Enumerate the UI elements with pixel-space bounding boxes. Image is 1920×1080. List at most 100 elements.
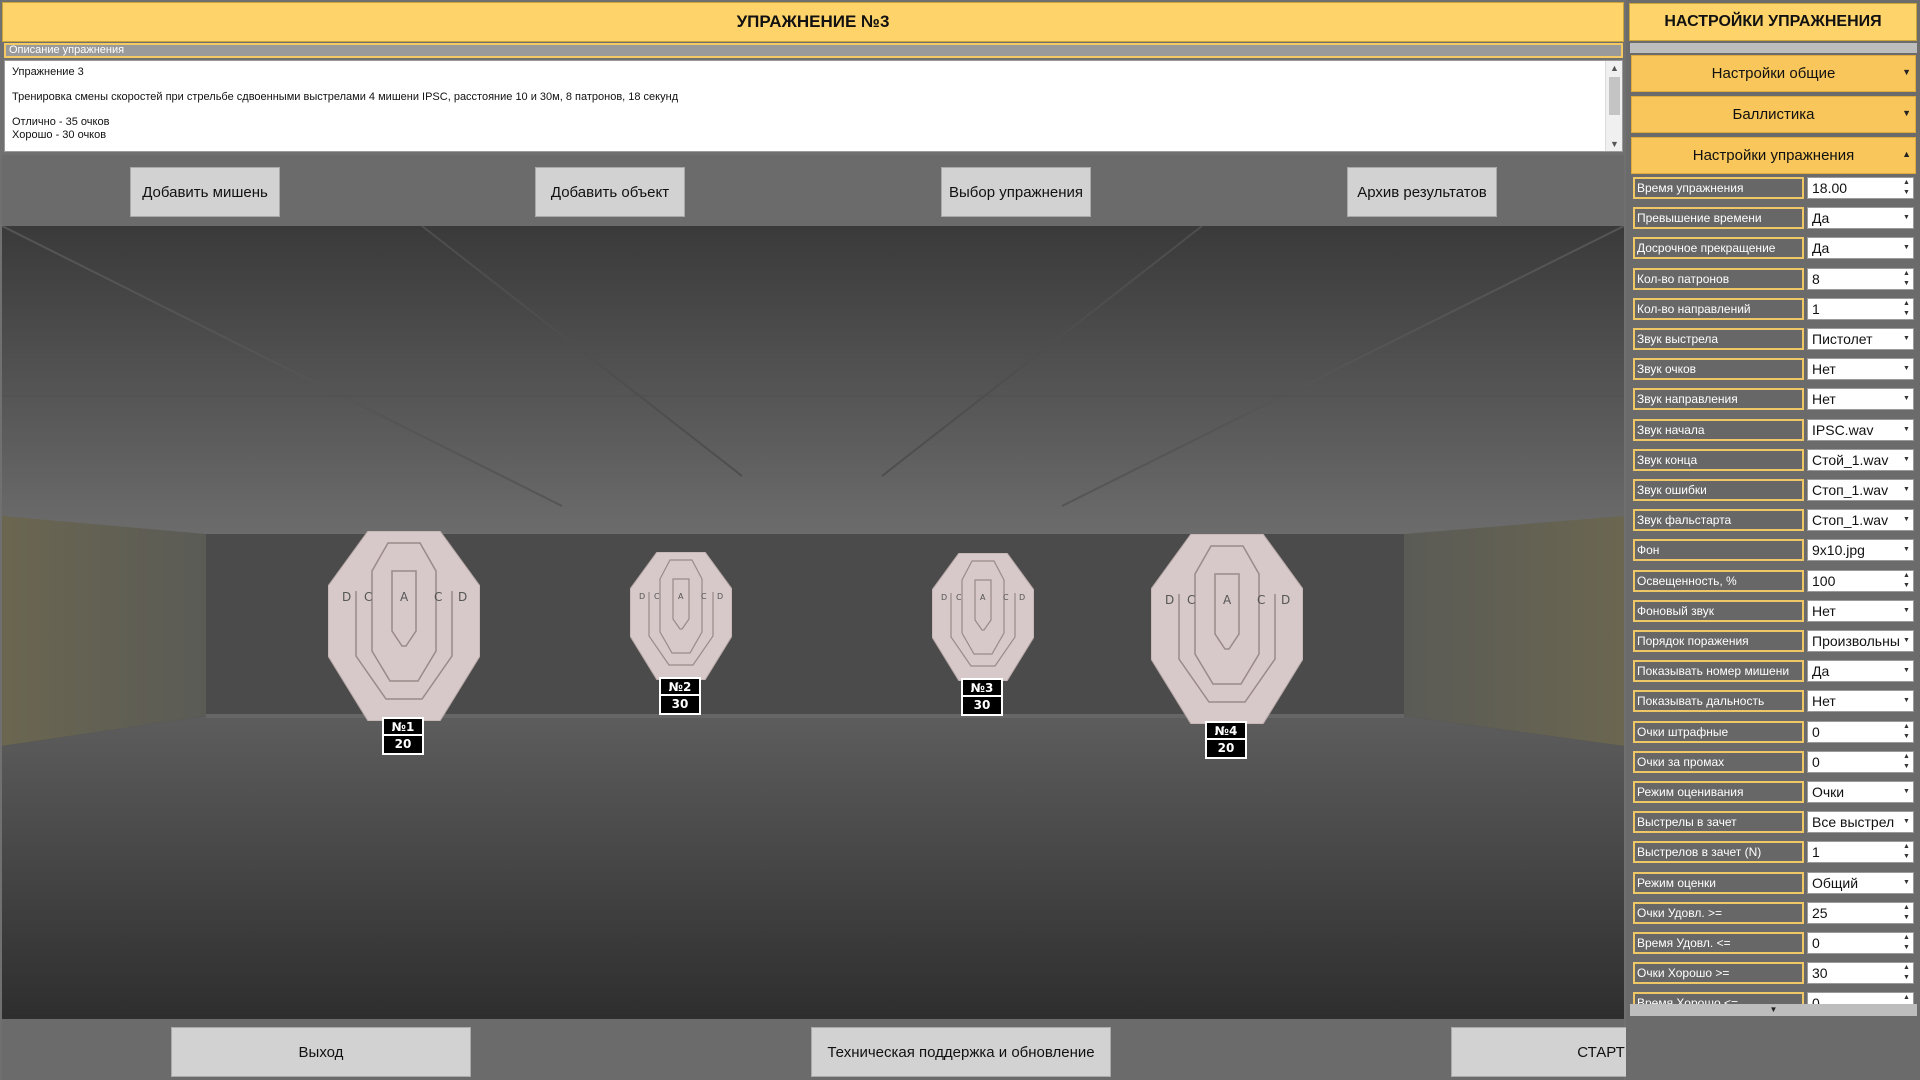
chevron-down-icon[interactable]: ▼: [1900, 238, 1913, 259]
chevron-down-icon[interactable]: ▼: [1900, 782, 1913, 802]
section-exercise[interactable]: Настройки упражнения ▲: [1631, 137, 1916, 174]
scroll-thumb[interactable]: [1609, 77, 1620, 115]
setting-value: 0: [1812, 753, 1820, 770]
chevron-down-icon[interactable]: ▼: [1900, 359, 1913, 380]
section-general[interactable]: Настройки общие ▼: [1631, 55, 1916, 92]
setting-dropdown[interactable]: Да ▼: [1807, 660, 1914, 683]
setting-label: Звук конца: [1633, 448, 1804, 471]
setting-spinbox[interactable]: 18.00 ▲ ▼: [1807, 177, 1914, 199]
ipsc-target[interactable]: D C A C D: [328, 531, 480, 721]
setting-label: Режим оценки: [1633, 871, 1804, 894]
spin-arrows-icon[interactable]: ▲▼: [1900, 178, 1913, 198]
setting-spinbox[interactable]: 100 ▲ ▼: [1807, 569, 1914, 592]
chevron-down-icon[interactable]: ▼: [1900, 872, 1913, 893]
target-points: 30: [973, 698, 991, 712]
setting-label: Фоновый звук: [1633, 599, 1804, 622]
ipsc-target[interactable]: D C A C D: [932, 553, 1034, 681]
setting-value: 8: [1812, 270, 1820, 287]
spin-arrows-icon[interactable]: ▲▼: [1900, 842, 1913, 863]
setting-row: Режим оценивания Очки ▼: [1633, 780, 1917, 804]
ipsc-target[interactable]: D C A C D: [1151, 534, 1303, 724]
setting-label: Фон: [1633, 539, 1804, 562]
setting-row: Очки Хорошо >= 30 ▲ ▼: [1633, 961, 1917, 985]
setting-dropdown[interactable]: Произвольны ▼: [1807, 630, 1914, 652]
spin-arrows-icon[interactable]: ▲▼: [1900, 268, 1913, 289]
setting-row: Звук начала IPSC.wav ▼: [1633, 418, 1917, 442]
settings-scrollbar-bottom[interactable]: ▼: [1630, 1004, 1917, 1016]
setting-spinbox[interactable]: 1 ▲ ▼: [1807, 841, 1914, 864]
setting-dropdown[interactable]: Да ▼: [1807, 207, 1914, 230]
chevron-down-icon[interactable]: ▼: [1900, 600, 1913, 621]
setting-dropdown[interactable]: Стой_1.wav ▼: [1807, 448, 1914, 471]
chevron-down-icon[interactable]: ▼: [1900, 540, 1913, 561]
setting-label: Выстрелов в зачет (N): [1633, 841, 1804, 864]
setting-spinbox[interactable]: 1 ▲ ▼: [1807, 297, 1914, 320]
setting-dropdown[interactable]: Очки ▼: [1807, 781, 1914, 803]
spin-arrows-icon[interactable]: ▲▼: [1900, 963, 1913, 984]
bottom-bar: Выход Техническая поддержка и обновление…: [2, 1019, 1751, 1080]
settings-scrollbar-top[interactable]: [1630, 43, 1917, 53]
support-button[interactable]: Техническая поддержка и обновление: [811, 1027, 1111, 1077]
scroll-down-icon[interactable]: ▼: [1606, 137, 1622, 151]
setting-label: Звук выстрела: [1633, 328, 1804, 350]
results-archive-button[interactable]: Архив результатов: [1347, 167, 1497, 217]
spin-arrows-icon[interactable]: ▲▼: [1900, 570, 1913, 591]
scroll-up-icon[interactable]: ▲: [1606, 61, 1622, 75]
setting-value: Да: [1812, 240, 1830, 257]
chevron-down-icon[interactable]: ▼: [1900, 329, 1913, 349]
choose-exercise-button[interactable]: Выбор упражнения: [941, 167, 1091, 217]
setting-row: Кол-во патронов 8 ▲ ▼: [1633, 267, 1917, 291]
zone-label: C: [1003, 593, 1009, 602]
chevron-down-icon[interactable]: ▼: [1900, 691, 1913, 712]
setting-spinbox[interactable]: 0 ▲▼: [1807, 720, 1914, 743]
setting-dropdown[interactable]: IPSC.wav ▼: [1807, 418, 1914, 441]
spin-arrows-icon[interactable]: ▲▼: [1900, 721, 1913, 742]
chevron-down-icon[interactable]: ▼: [1900, 208, 1913, 229]
setting-dropdown[interactable]: Да ▼: [1807, 237, 1914, 260]
setting-label: Показывать номер мишени: [1633, 660, 1804, 683]
setting-dropdown[interactable]: Нет ▼: [1807, 690, 1914, 713]
description-scrollbar[interactable]: ▲ ▼: [1605, 61, 1622, 151]
range-background: [2, 226, 1624, 1019]
setting-dropdown[interactable]: Пистолет ▼: [1807, 328, 1914, 350]
setting-dropdown[interactable]: Стоп_1.wav ▼: [1807, 509, 1914, 532]
zone-label: D: [717, 592, 723, 601]
setting-spinbox[interactable]: 25 ▲ ▼: [1807, 901, 1914, 924]
spin-arrows-icon[interactable]: ▲▼: [1900, 902, 1913, 923]
setting-value: Все выстрел: [1812, 814, 1895, 831]
add-target-button[interactable]: Добавить мишень: [130, 167, 280, 217]
setting-spinbox[interactable]: 0 ▲▼: [1807, 932, 1914, 954]
ipsc-target[interactable]: D C A C D: [630, 552, 732, 680]
setting-dropdown[interactable]: Нет ▼: [1807, 599, 1914, 622]
range-scene[interactable]: D C A C D №1 20 D C A C D №2 30 D C A C …: [2, 226, 1624, 1019]
description-line: Упражнение 3: [12, 66, 84, 78]
exit-button[interactable]: Выход: [171, 1027, 471, 1077]
zone-label: D: [1281, 593, 1290, 607]
description-textarea[interactable]: Упражнение 3 Тренировка смены скоростей …: [4, 60, 1623, 152]
add-object-button[interactable]: Добавить объект: [535, 167, 685, 217]
chevron-down-icon[interactable]: ▼: [1900, 389, 1913, 410]
chevron-down-icon[interactable]: ▼: [1900, 510, 1913, 531]
spin-arrows-icon[interactable]: ▲▼: [1900, 933, 1913, 953]
setting-dropdown[interactable]: Нет ▼: [1807, 358, 1914, 381]
setting-spinbox[interactable]: 30 ▲ ▼: [1807, 962, 1914, 985]
spin-arrows-icon[interactable]: ▲▼: [1900, 751, 1913, 772]
setting-row: Очки штрафные 0 ▲ ▼: [1633, 720, 1917, 744]
setting-spinbox[interactable]: 0 ▲▼: [1807, 750, 1914, 773]
chevron-down-icon[interactable]: ▼: [1900, 812, 1913, 833]
setting-dropdown[interactable]: Общий ▼: [1807, 871, 1914, 894]
section-ballistics[interactable]: Баллистика ▼: [1631, 96, 1916, 133]
chevron-down-icon[interactable]: ▼: [1900, 480, 1913, 500]
setting-dropdown[interactable]: Все выстрел ▼: [1807, 811, 1914, 834]
setting-spinbox[interactable]: 8 ▲ ▼: [1807, 267, 1914, 290]
chevron-down-icon[interactable]: ▼: [1900, 419, 1913, 440]
chevron-down-icon[interactable]: ▼: [1900, 631, 1913, 651]
setting-dropdown[interactable]: Стоп_1.wav ▼: [1807, 479, 1914, 501]
target-3-badge: №3 30: [961, 678, 1003, 716]
chevron-down-icon[interactable]: ▼: [1770, 1005, 1778, 1014]
chevron-down-icon[interactable]: ▼: [1900, 661, 1913, 682]
chevron-down-icon[interactable]: ▼: [1900, 449, 1913, 470]
setting-dropdown[interactable]: 9x10.jpg ▼: [1807, 539, 1914, 562]
spin-arrows-icon[interactable]: ▲▼: [1900, 298, 1913, 319]
setting-dropdown[interactable]: Нет ▼: [1807, 388, 1914, 411]
